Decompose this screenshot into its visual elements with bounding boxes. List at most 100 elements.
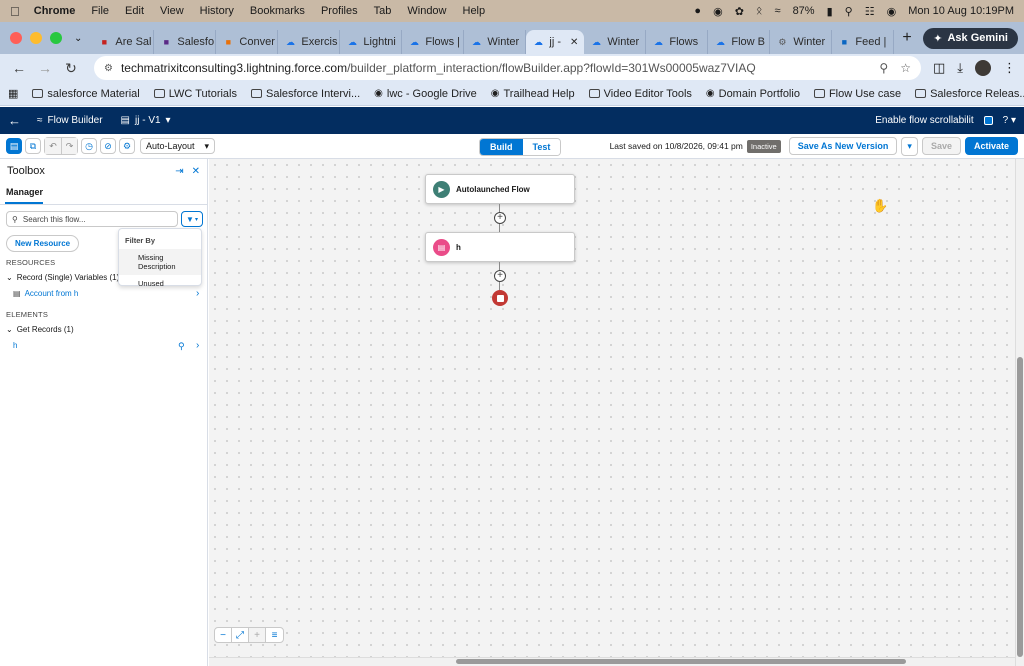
chrome-menu-icon[interactable]: ⋮ bbox=[1003, 60, 1016, 76]
control-center-icon[interactable]: ☷ bbox=[865, 5, 875, 18]
browser-tab[interactable]: ■ Salesfo bbox=[154, 30, 217, 54]
center-icon[interactable]: ≡ bbox=[266, 628, 283, 642]
url-input[interactable]: ⚙ techmatrixitconsulting3.lightning.forc… bbox=[94, 56, 921, 80]
browser-tab[interactable]: ☁ Flows | bbox=[402, 30, 465, 54]
extensions-icon[interactable]: ◫ bbox=[933, 60, 945, 76]
end-node[interactable] bbox=[492, 290, 508, 306]
close-window-icon[interactable] bbox=[10, 32, 22, 44]
new-resource-button[interactable]: New Resource bbox=[6, 235, 80, 252]
copy-icon[interactable]: ⧉ bbox=[25, 138, 41, 154]
wifi-icon[interactable]: ≈ bbox=[775, 5, 781, 17]
scroll-thumb[interactable] bbox=[456, 659, 906, 664]
profile-avatar[interactable] bbox=[975, 60, 991, 76]
zoom-icon[interactable]: ⚲ bbox=[879, 61, 888, 75]
menu-file[interactable]: File bbox=[91, 5, 109, 17]
activate-button[interactable]: Activate bbox=[964, 137, 1018, 155]
apps-grid-icon[interactable]: ▦ bbox=[8, 87, 18, 100]
dock-icon[interactable]: ⇥ bbox=[175, 166, 183, 177]
close-tab-icon[interactable]: ✕ bbox=[570, 37, 578, 48]
menu-history[interactable]: History bbox=[200, 5, 234, 17]
menu-window[interactable]: Window bbox=[407, 5, 446, 17]
tab-search-icon[interactable]: ⌄ bbox=[74, 33, 82, 44]
resource-item[interactable]: ▤ Account from h bbox=[13, 289, 78, 298]
browser-tab[interactable]: ☁ Flow B bbox=[708, 30, 771, 54]
help-menu[interactable]: ? ▾ bbox=[1003, 115, 1016, 126]
settings-gear-icon[interactable]: ⚙ bbox=[119, 138, 135, 154]
back-arrow-icon[interactable]: ← bbox=[8, 113, 21, 128]
bookmark-item[interactable]: Salesforce Releas... bbox=[915, 88, 1024, 100]
menu-edit[interactable]: Edit bbox=[125, 5, 144, 17]
start-node[interactable]: ▶ Autolaunched Flow bbox=[425, 174, 575, 204]
minimize-window-icon[interactable] bbox=[30, 32, 42, 44]
bookmark-item[interactable]: Flow Use case bbox=[813, 88, 901, 100]
filter-option-missing-description[interactable]: Missing Description bbox=[119, 249, 201, 275]
fullscreen-window-icon[interactable] bbox=[50, 32, 62, 44]
resource-group[interactable]: ⌄ Record (Single) Variables (1) bbox=[6, 273, 119, 282]
browser-tab[interactable]: ■ Are Sal bbox=[92, 30, 155, 54]
add-element-icon[interactable]: + bbox=[494, 212, 506, 224]
browser-tab[interactable]: ☁ Winter bbox=[464, 30, 527, 54]
vertical-scrollbar[interactable] bbox=[1015, 159, 1024, 666]
scroll-thumb[interactable] bbox=[1017, 357, 1023, 657]
back-icon[interactable]: ← bbox=[8, 57, 30, 79]
filter-option-unused[interactable]: Unused bbox=[119, 275, 201, 292]
clock[interactable]: Mon 10 Aug 10:19PM bbox=[908, 5, 1014, 17]
undo-icon[interactable]: ↶ bbox=[45, 138, 61, 154]
battery-icon[interactable]: ▮ bbox=[827, 5, 833, 18]
bookmark-item[interactable]: Video Editor Tools bbox=[588, 88, 692, 100]
apple-icon[interactable]:  bbox=[10, 4, 20, 19]
get-records-node[interactable]: ▤ h bbox=[425, 232, 575, 262]
bookmark-item[interactable]: salesforce Material bbox=[32, 88, 140, 100]
close-icon[interactable]: ✕ bbox=[192, 166, 200, 177]
save-options-dropdown[interactable]: ▾ bbox=[901, 136, 918, 156]
menu-help[interactable]: Help bbox=[463, 5, 486, 17]
bluetooth-icon[interactable]: ᛟ bbox=[756, 5, 763, 17]
site-info-icon[interactable]: ⚙ bbox=[104, 63, 113, 74]
toggle-toolbox-icon[interactable]: ▤ bbox=[6, 138, 22, 154]
reload-icon[interactable]: ↻ bbox=[60, 57, 82, 79]
user-status-icon[interactable]: ● bbox=[694, 5, 701, 17]
download-icon[interactable]: ⤓ bbox=[957, 60, 963, 76]
bookmark-item[interactable]: LWC Tutorials bbox=[153, 88, 237, 100]
bookmark-item[interactable]: Salesforce Intervi... bbox=[251, 88, 360, 100]
search-input[interactable]: ⚲ Search this flow... bbox=[6, 211, 178, 227]
spotlight-icon[interactable]: ⚲ bbox=[845, 5, 853, 18]
bookmark-item[interactable]: ◉ lwc - Google Drive bbox=[374, 88, 477, 100]
layout-select[interactable]: Auto-Layout ▾ bbox=[140, 138, 216, 154]
menu-view[interactable]: View bbox=[160, 5, 184, 17]
zoom-out-icon[interactable]: − bbox=[215, 628, 232, 642]
browser-tab[interactable]: ☁ Flows bbox=[646, 30, 709, 54]
save-as-new-version-button[interactable]: Save As New Version bbox=[788, 137, 898, 155]
bookmark-item[interactable]: ◉ Domain Portfolio bbox=[706, 88, 800, 100]
test-mode-button[interactable]: Test bbox=[522, 139, 561, 155]
browser-tab[interactable]: ☁ Winter bbox=[584, 30, 647, 54]
menu-tab[interactable]: Tab bbox=[374, 5, 392, 17]
scroll-toggle-checkbox[interactable] bbox=[983, 116, 993, 125]
element-group[interactable]: ⌄ Get Records (1) bbox=[6, 325, 74, 334]
forward-icon[interactable]: → bbox=[34, 57, 56, 79]
menu-app-name[interactable]: Chrome bbox=[34, 5, 76, 17]
history-icon[interactable]: ◷ bbox=[81, 138, 97, 154]
browser-tab[interactable]: ■ Feed | bbox=[832, 30, 895, 54]
browser-tab[interactable]: ☁ Exercis bbox=[278, 30, 341, 54]
zoom-in-icon[interactable]: + bbox=[249, 628, 266, 642]
element-item[interactable]: h bbox=[13, 341, 17, 350]
fit-view-icon[interactable]: ⤢ bbox=[232, 628, 249, 642]
new-tab-icon[interactable]: + bbox=[902, 29, 911, 47]
menu-profiles[interactable]: Profiles bbox=[321, 5, 358, 17]
bookmark-item[interactable]: ◉ Trailhead Help bbox=[491, 88, 575, 100]
tab-manager[interactable]: Manager bbox=[5, 183, 43, 204]
browser-tab[interactable]: ☁ jj - ✕ bbox=[526, 30, 585, 54]
redo-icon[interactable]: ↷ bbox=[61, 138, 77, 154]
horizontal-scrollbar[interactable] bbox=[209, 657, 1015, 666]
airdrop-icon[interactable]: ✿ bbox=[735, 5, 744, 18]
browser-tab[interactable]: ■ Conver bbox=[216, 30, 279, 54]
record-icon[interactable]: ◉ bbox=[713, 5, 723, 18]
flow-version-menu[interactable]: ▤ jj - V1 ▾ bbox=[121, 115, 171, 126]
search-icon[interactable]: ⚲ bbox=[178, 341, 185, 352]
bookmark-star-icon[interactable]: ☆ bbox=[900, 61, 911, 75]
add-element-icon[interactable]: + bbox=[494, 270, 506, 282]
errors-icon[interactable]: ⊘ bbox=[100, 138, 116, 154]
ask-gemini-button[interactable]: ✦ Ask Gemini bbox=[923, 27, 1018, 49]
browser-tab[interactable]: ☁ Lightni bbox=[340, 30, 403, 54]
